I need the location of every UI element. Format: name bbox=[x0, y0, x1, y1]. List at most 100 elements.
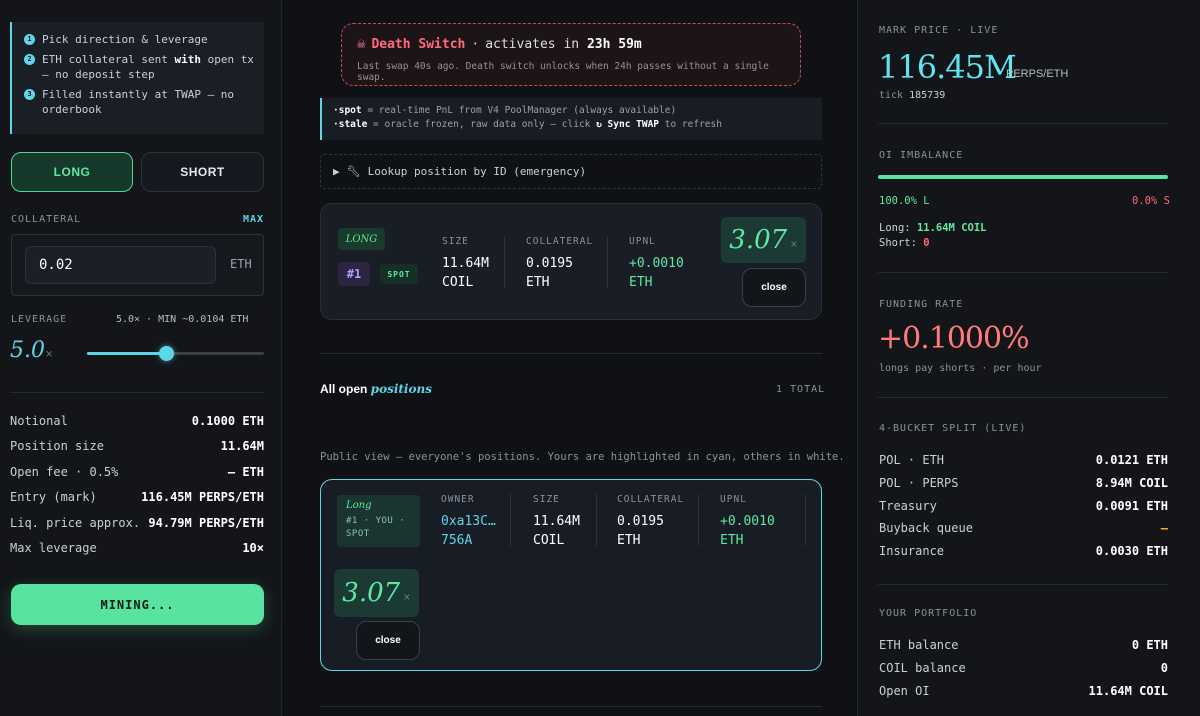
death-switch-banner: ☠ Death Switch · activates in 23h 59m La… bbox=[341, 23, 801, 86]
summary-row: Liq. price approx. 94.79M PERPS/ETH bbox=[10, 515, 264, 530]
legend-spot: ·spot = real-time PnL from V4 PoolManage… bbox=[333, 105, 677, 116]
separator bbox=[510, 494, 511, 546]
portfolio-label: YOUR PORTFOLIO bbox=[879, 608, 978, 619]
divider bbox=[320, 353, 822, 354]
oi-long-fill bbox=[878, 175, 1168, 179]
separator bbox=[607, 236, 608, 288]
summary-row: Max leverage 10× bbox=[10, 540, 264, 555]
list-item: Insurance 0.0030 ETH bbox=[879, 544, 1168, 559]
funding-rate-label: FUNDING RATE bbox=[879, 299, 964, 310]
leverage-slider[interactable] bbox=[87, 346, 264, 362]
death-switch-subtitle: Last swap 40s ago. Death switch unlocks … bbox=[357, 61, 769, 83]
collateral-field: COLLATERAL 0.0195 ETH bbox=[526, 236, 594, 290]
list-item: ETH balance 0 ETH bbox=[879, 638, 1168, 652]
side-badge: LONG bbox=[338, 228, 385, 250]
leverage-value: 5.0× bbox=[10, 338, 54, 363]
collateral-unit: ETH bbox=[230, 257, 252, 271]
summary-row: Open fee · 0.5% — ETH bbox=[10, 464, 264, 479]
upnl-field: UPNL +0.0010 ETH bbox=[629, 236, 684, 290]
long-button[interactable]: LONG bbox=[11, 152, 133, 192]
step-3-icon: 3 bbox=[24, 89, 35, 100]
step-1-text: Pick direction & leverage bbox=[42, 33, 208, 46]
step-3-text: Filled instantly at TWAP — no orderbook bbox=[42, 88, 235, 116]
position-id-badge: #1 bbox=[338, 262, 370, 286]
separator bbox=[504, 236, 505, 288]
divider bbox=[878, 123, 1168, 124]
oi-long-pct: 100.0% L bbox=[879, 195, 930, 207]
funding-rate-value: +0.1000% bbox=[878, 321, 1030, 356]
public-view-note: Public view — everyone's positions. Your… bbox=[320, 451, 845, 463]
summary-row: Notional 0.1000 ETH bbox=[10, 414, 264, 428]
lookup-label: Lookup position by ID (emergency) bbox=[367, 165, 587, 178]
collateral-box: ETH bbox=[11, 234, 264, 296]
separator bbox=[596, 494, 597, 546]
upnl-field: UPNL +0.0010 ETH bbox=[720, 494, 775, 548]
max-button[interactable]: MAX bbox=[243, 214, 264, 225]
oi-imbalance-label: OI IMBALANCE bbox=[879, 150, 964, 161]
pnl-multiple: 3.07 × bbox=[334, 569, 419, 617]
divider bbox=[878, 584, 1168, 585]
positions-total: 1 TOTAL bbox=[776, 384, 826, 395]
collateral-field: COLLATERAL 0.0195 ETH bbox=[617, 494, 685, 548]
pnl-multiple: 3.07 × bbox=[721, 217, 806, 263]
all-positions-title: All open positions bbox=[320, 382, 432, 396]
mark-price-label: MARK PRICE · LIVE bbox=[879, 25, 999, 36]
divider bbox=[10, 392, 264, 393]
trade-panel: 1 Pick direction & leverage 2 ETH collat… bbox=[0, 0, 282, 716]
oi-short-line: Short: 0 bbox=[879, 237, 930, 249]
step-2-text: ETH collateral sent with open tx — no de… bbox=[42, 53, 254, 81]
leverage-label: LEVERAGE bbox=[11, 314, 68, 325]
portfolio-list: ETH balance 0 ETH COIL balance 0 Open OI 11… bbox=[879, 638, 1168, 706]
close-position-button[interactable]: close bbox=[356, 621, 420, 660]
position-row-card[interactable]: Long #1 · YOU · SPOT OWNER 0xa13C… 756A SI… bbox=[320, 479, 822, 671]
list-item: Open OI 11.64M COIL bbox=[879, 683, 1168, 698]
caret-right-icon: ▶ bbox=[333, 165, 340, 178]
slider-fill bbox=[87, 352, 167, 355]
order-summary: Notional 0.1000 ETH Position size 11.64M O… bbox=[10, 414, 264, 566]
step-1: 1 Pick direction & leverage bbox=[24, 32, 256, 47]
bucket-split-list: POL · ETH 0.0121 ETH POL · PERPS 8.94M COI… bbox=[879, 453, 1168, 567]
leverage-info: 5.0× · MIN ~0.0104 ETH bbox=[116, 314, 249, 325]
close-position-button[interactable]: close bbox=[742, 268, 806, 307]
list-item: COIL balance 0 bbox=[879, 660, 1168, 675]
owner-field: OWNER 0xa13C… 756A bbox=[441, 494, 496, 548]
skull-icon: ☠ bbox=[357, 36, 366, 52]
oi-long-line: Long: 11.64M COIL bbox=[879, 222, 987, 234]
size-field: SIZE 11.64M COIL bbox=[533, 494, 580, 548]
divider bbox=[878, 272, 1168, 273]
slider-thumb[interactable] bbox=[159, 346, 174, 361]
separator bbox=[698, 494, 699, 546]
short-button[interactable]: SHORT bbox=[141, 152, 264, 192]
pnl-legend: ·spot = real-time PnL from V4 PoolManage… bbox=[320, 98, 822, 140]
wrench-icon: 🔧︎ bbox=[346, 165, 361, 178]
my-position-card: LONG #1 SPOT SIZE 11.64M COIL COLLATERAL … bbox=[320, 203, 822, 320]
divider bbox=[320, 706, 822, 707]
death-switch-title: ☠ Death Switch · activates in 23h 59m bbox=[357, 36, 642, 52]
divider bbox=[878, 397, 1168, 398]
bucket-split-label: 4-BUCKET SPLIT (LIVE) bbox=[879, 423, 1027, 434]
oi-short-pct: 0.0% S bbox=[1132, 195, 1170, 207]
summary-row: Entry (mark) 116.45M PERPS/ETH bbox=[10, 490, 264, 505]
tick-readout: tick 185739 bbox=[879, 90, 946, 101]
position-badge: Long #1 · YOU · SPOT bbox=[337, 495, 420, 547]
oi-imbalance-bar bbox=[878, 175, 1168, 179]
step-3: 3 Filled instantly at TWAP — no orderboo… bbox=[24, 87, 256, 117]
funding-rate-note: longs pay shorts · per hour bbox=[879, 363, 1042, 374]
step-1-icon: 1 bbox=[24, 34, 35, 45]
legend-stale: ·stale = oracle frozen, raw data only — … bbox=[333, 119, 722, 130]
list-item: POL · ETH 0.0121 ETH bbox=[879, 453, 1168, 467]
list-item: Treasury 0.0091 ETH bbox=[879, 498, 1168, 513]
collateral-input[interactable] bbox=[25, 246, 216, 284]
step-2-icon: 2 bbox=[24, 54, 35, 65]
lookup-position-toggle[interactable]: ▶ 🔧︎ Lookup position by ID (emergency) bbox=[320, 154, 822, 189]
submit-button[interactable]: MINING... bbox=[11, 584, 264, 625]
mark-price-unit: PERPS/ETH bbox=[1006, 68, 1069, 80]
list-item: POL · PERPS 8.94M COIL bbox=[879, 475, 1168, 490]
summary-row: Position size 11.64M bbox=[10, 439, 264, 454]
list-item: Buyback queue — bbox=[879, 521, 1168, 536]
step-2: 2 ETH collateral sent with open tx — no … bbox=[24, 52, 256, 82]
mark-price-value: 116.45M bbox=[878, 48, 1017, 86]
spot-badge: SPOT bbox=[380, 264, 418, 284]
collateral-label: COLLATERAL bbox=[11, 214, 82, 225]
sync-twap-link[interactable]: ↻ Sync TWAP bbox=[596, 119, 659, 130]
